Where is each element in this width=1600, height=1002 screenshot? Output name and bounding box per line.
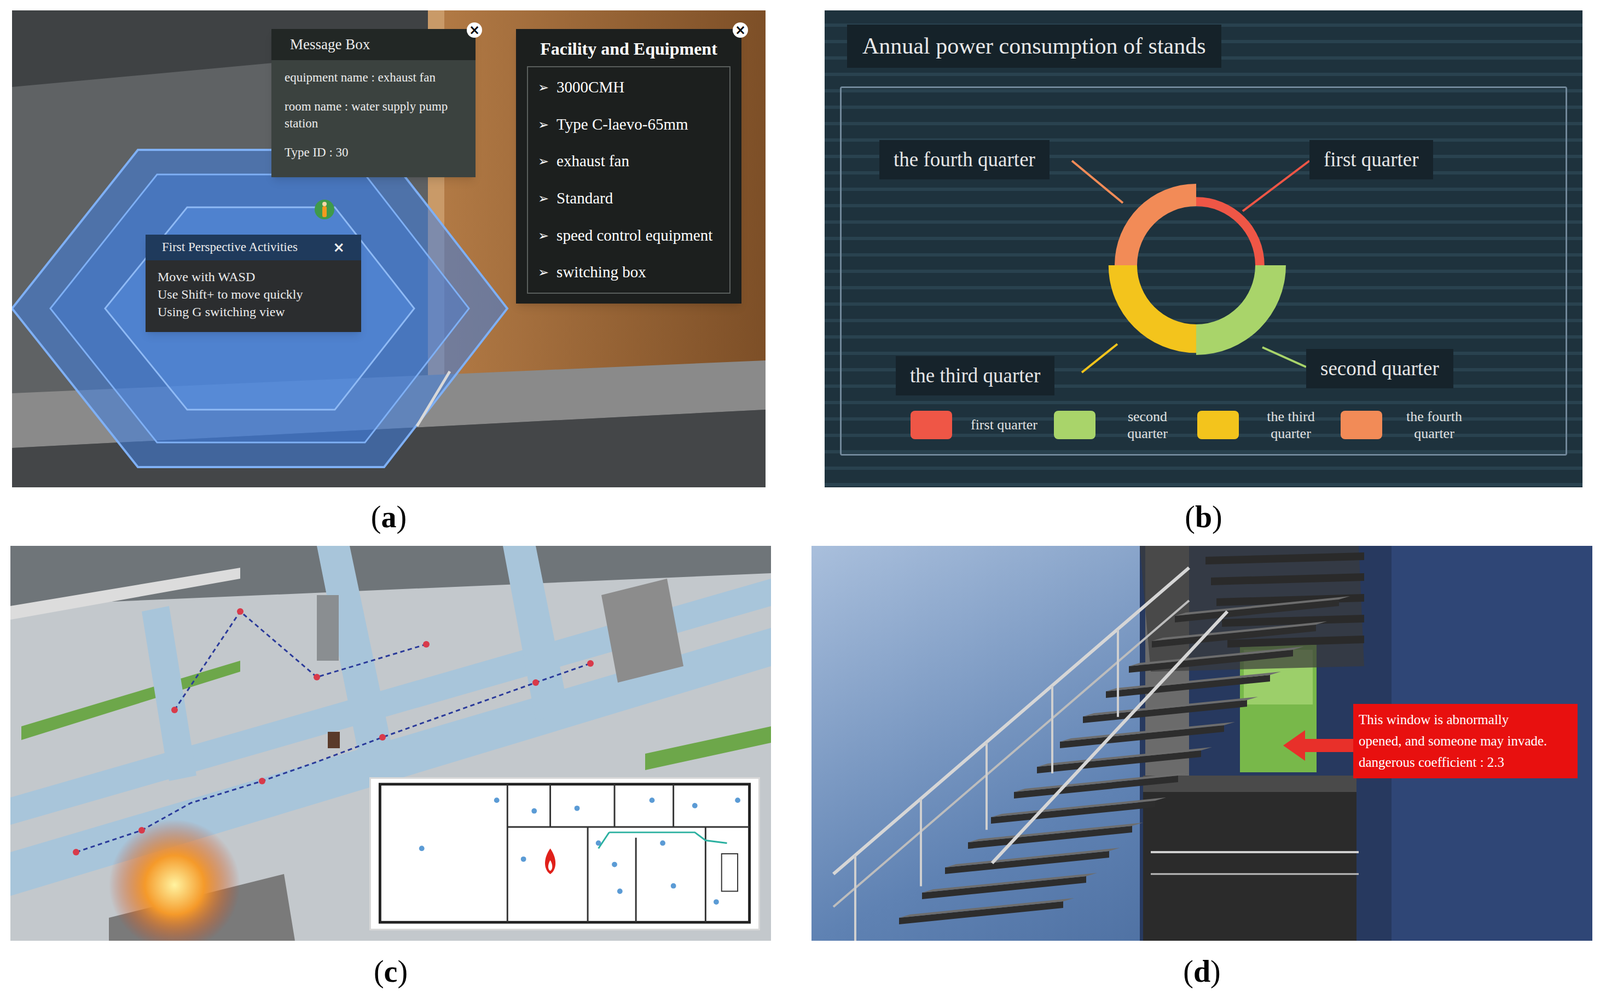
bullet-icon: ➢ xyxy=(537,114,549,134)
perspective-line: Use Shift+ to move quickly xyxy=(157,285,350,304)
alert-line: This window is abnormally xyxy=(1358,709,1573,732)
panel-d: This window is abnormallyopened, and som… xyxy=(811,546,1593,1002)
facility-item[interactable]: ➢Type C-laevo-65mm xyxy=(537,114,720,136)
facility-item[interactable]: ➢3000CMH xyxy=(537,77,720,98)
bullet-icon: ➢ xyxy=(537,151,549,171)
donut-segment[interactable] xyxy=(1108,265,1197,353)
bullet-icon: ➢ xyxy=(537,262,549,282)
legend-swatch xyxy=(910,410,953,440)
figure-row-top: Message Box equipment name : exhaust fan r… xyxy=(0,10,1600,547)
facility-item[interactable]: ➢switching box xyxy=(537,262,720,283)
scene-equipment-view[interactable]: Message Box equipment name : exhaust fan r… xyxy=(12,10,766,488)
facility-item[interactable]: ➢exhaust fan xyxy=(537,151,720,172)
callout-label: first quarter xyxy=(1309,140,1434,180)
panel-caption: (c) xyxy=(373,956,408,988)
facility-title: Facility and Equipment xyxy=(526,35,731,62)
person-marker-icon[interactable] xyxy=(313,198,336,221)
facility-item[interactable]: ➢speed control equipment xyxy=(537,225,720,247)
figure-row-bottom: (c) This window is abnormallyopened, and … xyxy=(0,546,1600,1002)
close-button[interactable]: × xyxy=(466,22,483,38)
donut-segment[interactable] xyxy=(1196,196,1265,266)
facility-list: ➢3000CMH ➢Type C-laevo-65mm ➢exhaust fan ➢S… xyxy=(526,66,731,294)
chart-legend: first quartersecond quarterthe third qua… xyxy=(910,408,1566,443)
panel-a: Message Box equipment name : exhaust fan r… xyxy=(12,10,766,547)
intrusion-view[interactable]: This window is abnormallyopened, and som… xyxy=(811,546,1593,942)
facility-panel[interactable]: Facility and Equipment ➢3000CMH ➢Type C-la… xyxy=(516,29,742,304)
panel-c: (c) xyxy=(10,546,771,1002)
panel-b: Annual power consumption of stands first … xyxy=(824,10,1583,547)
message-line: room name : water supply pump station xyxy=(284,97,463,132)
perspective-line: Move with WASD xyxy=(157,268,350,286)
chart-title: Annual power consumption of stands xyxy=(847,24,1222,68)
message-line: equipment name : exhaust fan xyxy=(284,68,463,86)
panel-caption: (b) xyxy=(1184,501,1222,533)
evacuation-view[interactable] xyxy=(10,546,771,942)
legend-item[interactable]: first quarter xyxy=(910,410,1054,440)
legend-item[interactable]: the third quarter xyxy=(1197,408,1341,443)
callout-label: the third quarter xyxy=(895,356,1055,396)
message-box-header[interactable]: Message Box xyxy=(271,29,476,61)
panel-caption: (a) xyxy=(370,501,407,533)
donut-chart xyxy=(824,10,1583,488)
legend-item[interactable]: the fourth quarter xyxy=(1340,408,1484,443)
facility-item[interactable]: ➢Standard xyxy=(537,188,720,210)
perspective-panel[interactable]: First Perspective Activities× Move with W… xyxy=(145,234,362,333)
alert-line: opened, and someone may invade. xyxy=(1358,731,1573,753)
perspective-header[interactable]: First Perspective Activities× xyxy=(145,234,362,261)
bullet-icon: ➢ xyxy=(537,77,549,97)
figure: Message Box equipment name : exhaust fan r… xyxy=(0,0,1600,1002)
panel-caption: (d) xyxy=(1183,956,1221,988)
donut-segment[interactable] xyxy=(1196,265,1286,356)
donut-segment[interactable] xyxy=(1114,183,1197,266)
perspective-line: Using G switching view xyxy=(157,303,350,321)
floor-plan-inset[interactable] xyxy=(369,777,761,931)
alert-arrow-icon xyxy=(1283,729,1355,763)
close-button[interactable]: × xyxy=(332,240,345,255)
close-button[interactable]: × xyxy=(732,22,749,38)
intrusion-alert[interactable]: This window is abnormallyopened, and som… xyxy=(1353,704,1578,779)
callout-label: the fourth quarter xyxy=(879,140,1050,180)
legend-swatch xyxy=(1197,410,1239,440)
power-consumption-view: Annual power consumption of stands first … xyxy=(824,10,1583,488)
legend-swatch xyxy=(1340,410,1383,440)
bullet-icon: ➢ xyxy=(537,225,549,245)
callout-label: second quarter xyxy=(1306,349,1454,389)
legend-item[interactable]: second quarter xyxy=(1053,408,1198,443)
bullet-icon: ➢ xyxy=(537,188,549,208)
legend-swatch xyxy=(1053,410,1096,440)
message-box[interactable]: Message Box equipment name : exhaust fan r… xyxy=(271,29,476,178)
message-line: Type ID : 30 xyxy=(284,143,463,161)
alert-line: dangerous coefficient : 2.3 xyxy=(1358,752,1573,774)
floor-plan-icon xyxy=(370,779,759,930)
